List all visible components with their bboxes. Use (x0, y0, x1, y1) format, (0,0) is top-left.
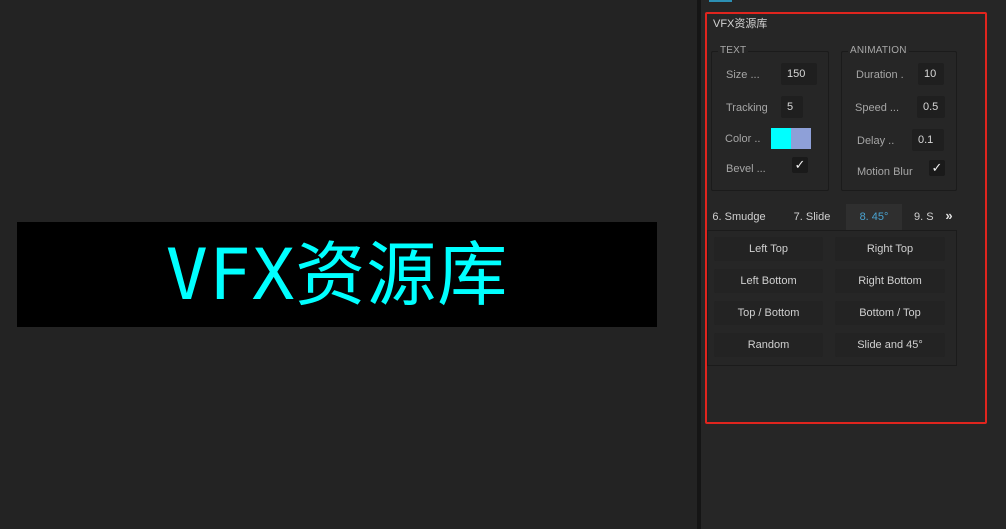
top-bottom-button[interactable]: Top / Bottom (714, 301, 823, 325)
tab-slide[interactable]: 7. Slide (781, 204, 843, 230)
tab-45[interactable]: 8. 45° (846, 204, 902, 230)
bevel-checkbox[interactable]: ✓ (792, 157, 808, 173)
slide-and-45-button[interactable]: Slide and 45° (835, 333, 945, 357)
preset-tabs: 6. Smudge 7. Slide 8. 45° 9. S » (705, 204, 957, 230)
bevel-label: Bevel ... (726, 163, 766, 175)
plugin-title: VFX资源库 (713, 18, 768, 30)
panel-tab-indicator[interactable] (709, 0, 732, 2)
speed-label: Speed ... (855, 102, 900, 114)
color-swatch-secondary[interactable] (791, 128, 811, 149)
tracking-field[interactable]: 5 (781, 96, 803, 118)
tracking-label: Tracking (726, 102, 768, 114)
tab-s[interactable]: 9. S (912, 204, 942, 230)
speed-field[interactable]: 0.5 (917, 96, 945, 118)
tab-smudge[interactable]: 6. Smudge (707, 204, 771, 230)
text-group-title: TEXT (718, 45, 749, 56)
preset-button-area: Left Top Right Top Left Bottom Right Bot… (707, 230, 957, 366)
motion-blur-checkbox[interactable]: ✓ (929, 160, 945, 176)
delay-label: Delay .. (857, 135, 895, 147)
animation-group-title: ANIMATION (848, 45, 909, 56)
duration-field[interactable]: 10 (918, 63, 944, 85)
random-button[interactable]: Random (714, 333, 823, 357)
left-top-button[interactable]: Left Top (714, 237, 823, 261)
right-top-button[interactable]: Right Top (835, 237, 945, 261)
preview-frame: VFX资源库 (17, 222, 657, 327)
left-bottom-button[interactable]: Left Bottom (714, 269, 823, 293)
preview-text: VFX资源库 (165, 233, 509, 316)
tabs-more-chevron-icon[interactable]: » (941, 204, 957, 230)
effect-panel: VFX资源库 TEXT Size ... 150 Tracking 5 Colo… (701, 0, 1006, 529)
color-swatch-primary[interactable] (771, 128, 791, 149)
motion-blur-label: Motion Blur (857, 166, 913, 178)
size-field[interactable]: 150 (781, 63, 817, 85)
size-label: Size ... (726, 69, 760, 81)
bottom-top-button[interactable]: Bottom / Top (835, 301, 945, 325)
right-bottom-button[interactable]: Right Bottom (835, 269, 945, 293)
duration-label: Duration . (856, 69, 904, 81)
delay-field[interactable]: 0.1 (912, 129, 944, 151)
color-label: Color .. (725, 133, 761, 145)
composition-viewer: VFX资源库 (0, 0, 697, 529)
